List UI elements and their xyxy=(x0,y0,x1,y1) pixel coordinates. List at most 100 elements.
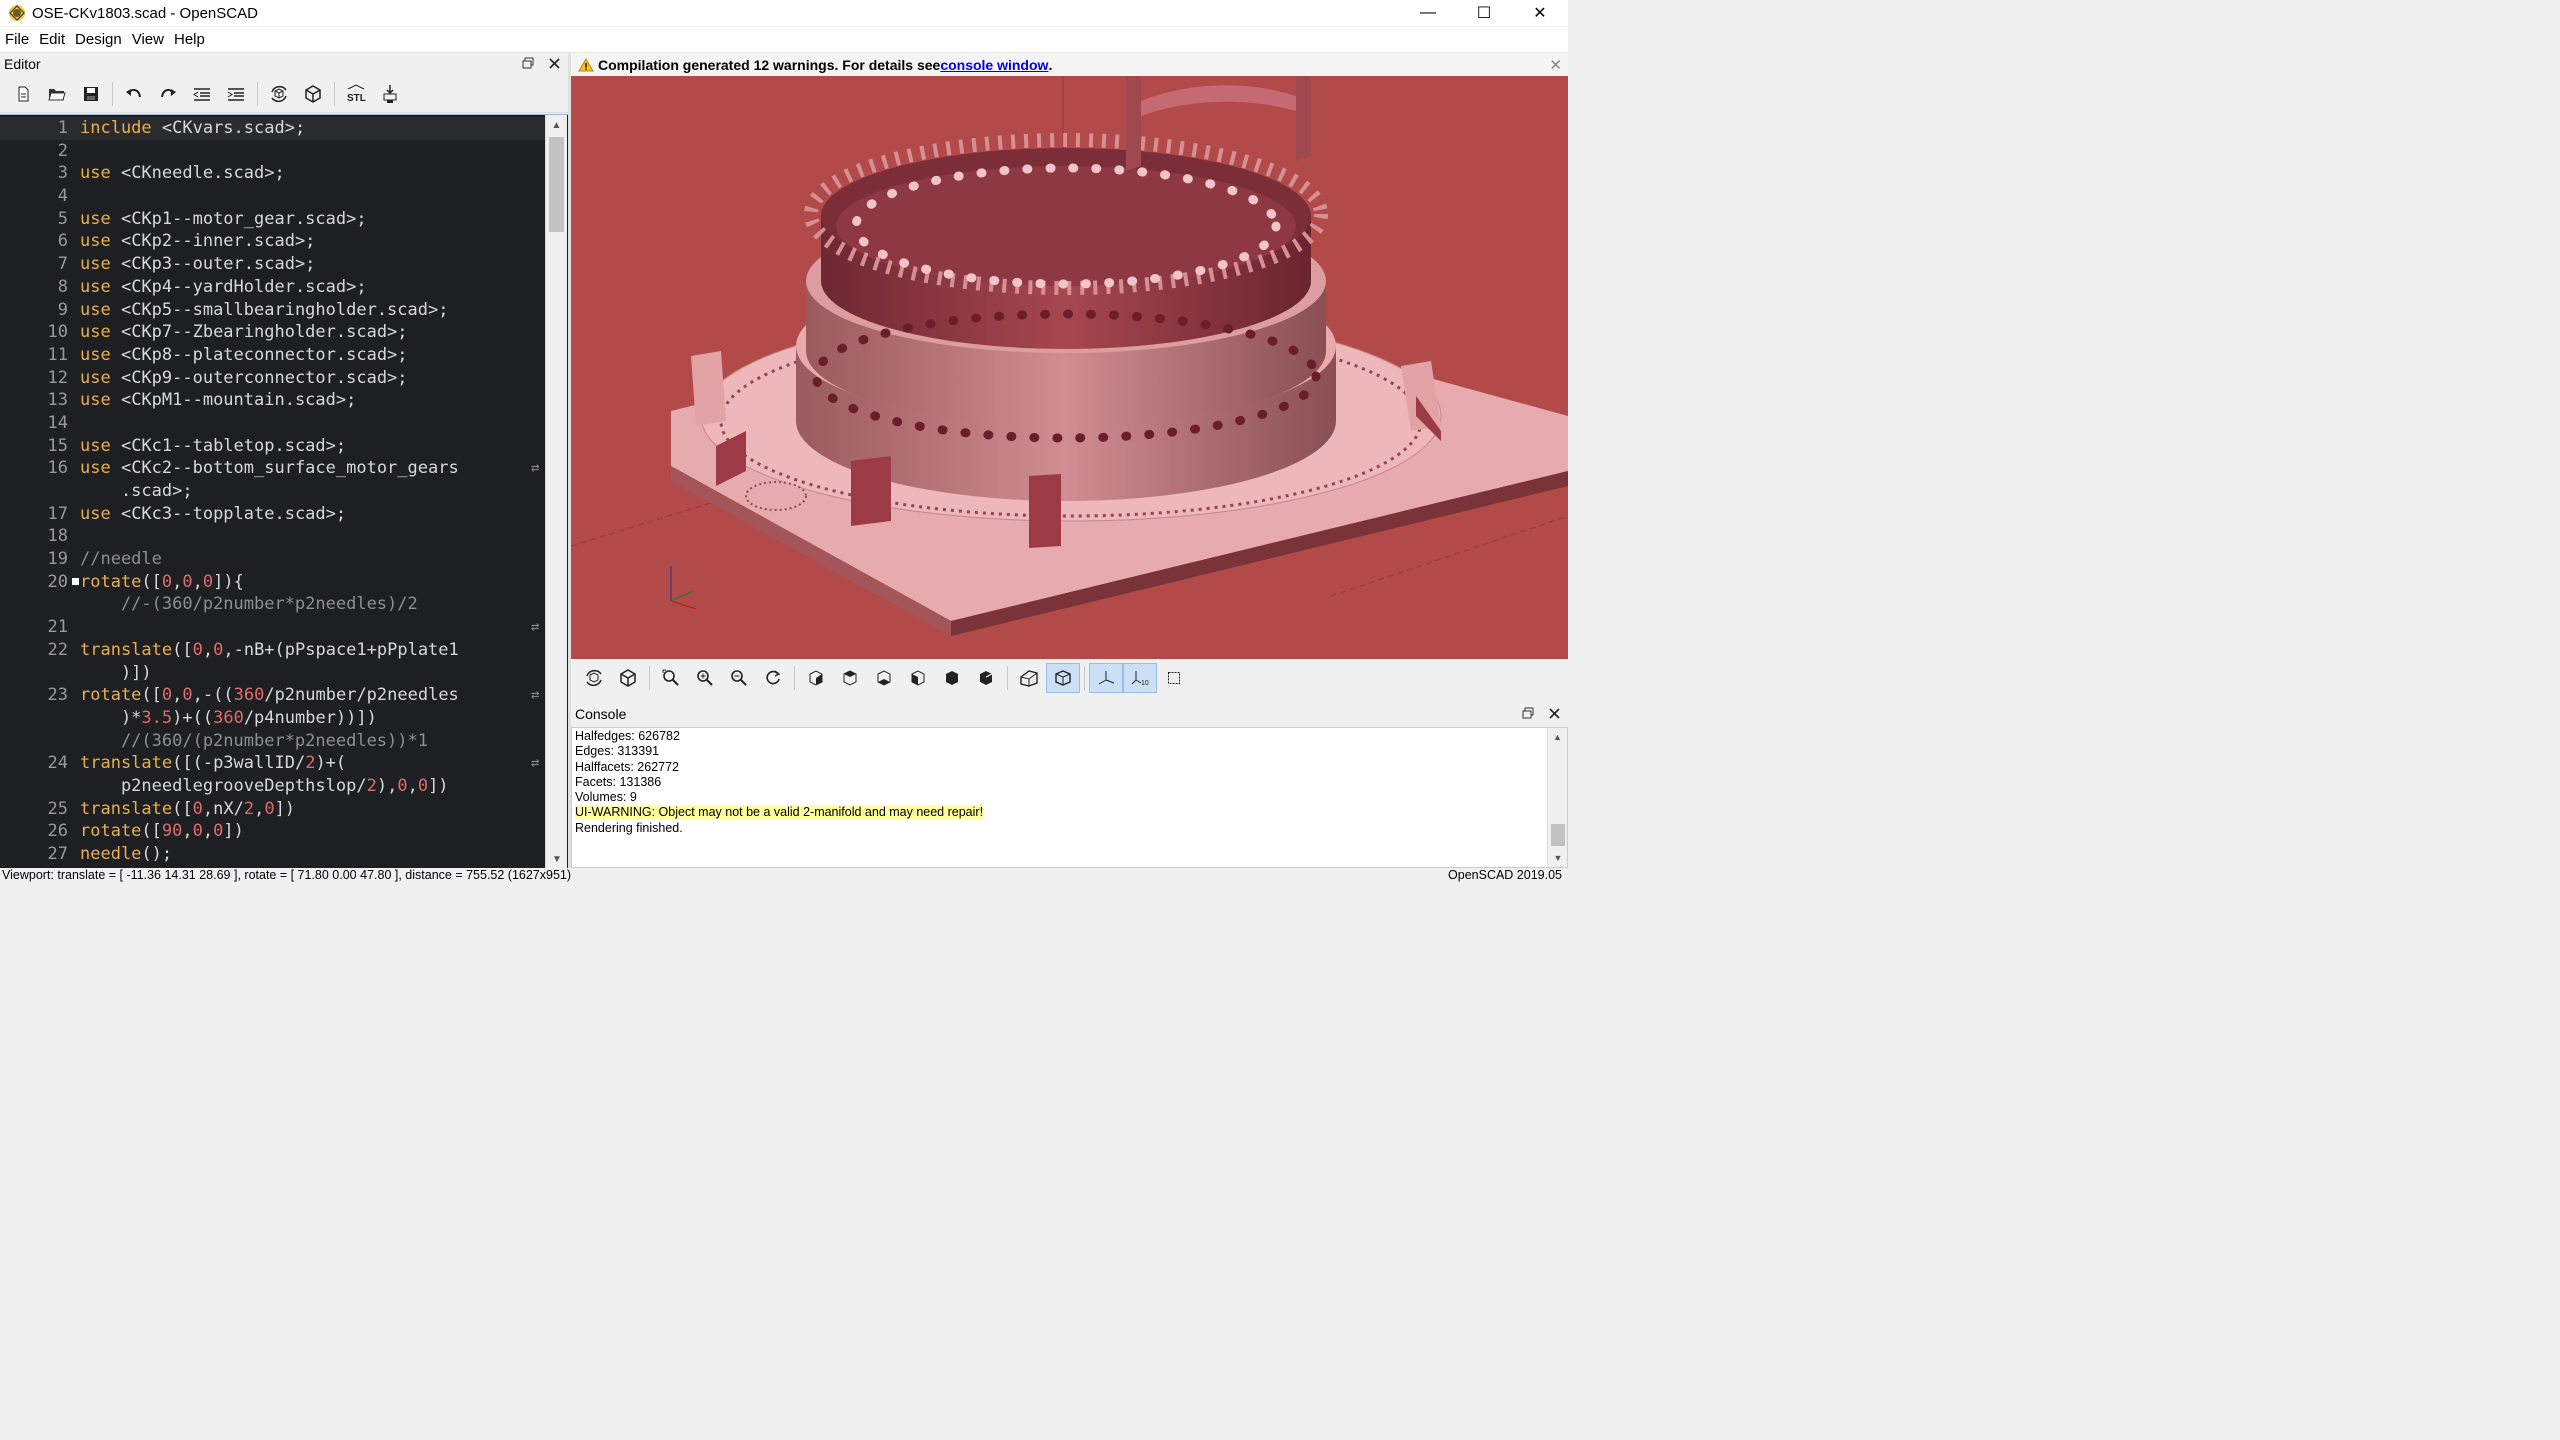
code-line[interactable]: 12 use <CKp9--outerconnector.scad>; xyxy=(0,367,545,390)
openscad-logo-icon xyxy=(9,5,25,21)
zoom-out-icon[interactable] xyxy=(722,663,756,693)
code-text: translate([0,0,-nB+(pPspace1+pPplate1 xyxy=(80,639,459,660)
code-line[interactable]: 15 use <CKc1--tabletop.scad>; xyxy=(0,435,545,458)
view-front-icon[interactable] xyxy=(935,663,969,693)
code-line[interactable]: //-(360/p2number*p2needles)/2 xyxy=(0,593,545,616)
code-line[interactable]: 14 xyxy=(0,412,545,435)
line-number: 10 xyxy=(47,322,68,343)
editor-scroll-thumb[interactable] xyxy=(549,137,564,232)
code-line[interactable]: 3 use <CKneedle.scad>; xyxy=(0,162,545,185)
code-line[interactable]: 17 use <CKc3--topplate.scad>; xyxy=(0,503,545,526)
code-line[interactable]: 20 rotate([0,0,0]){ xyxy=(0,571,545,594)
line-number: 8 xyxy=(57,276,68,297)
code-line[interactable]: 27 needle(); xyxy=(0,843,545,866)
preview-icon[interactable] xyxy=(577,663,611,693)
line-number: 27 xyxy=(47,844,68,864)
send-to-print-icon[interactable] xyxy=(373,79,407,109)
console-scroll-thumb[interactable] xyxy=(1551,824,1565,846)
scroll-down-icon[interactable]: ▼ xyxy=(546,849,568,868)
3d-viewport[interactable] xyxy=(571,76,1568,659)
code-text: use <CKp8--plateconnector.scad>; xyxy=(80,344,408,365)
code-line[interactable]: 23 rotate([0,0,-((360/p2number/p2needles ⇄ xyxy=(0,684,545,707)
code-line[interactable]: 9 use <CKp5--smallbearingholder.scad>; xyxy=(0,299,545,322)
code-line[interactable]: 18 xyxy=(0,525,545,548)
orthogonal-icon[interactable] xyxy=(1046,663,1080,693)
menu-view[interactable]: View xyxy=(127,31,169,48)
close-panel-icon[interactable] xyxy=(546,55,562,71)
code-line[interactable]: 26 rotate([90,0,0]) xyxy=(0,820,545,843)
view-bottom-icon[interactable] xyxy=(867,663,901,693)
menu-design[interactable]: Design xyxy=(70,31,127,48)
show-scale-markers-icon[interactable]: 10 xyxy=(1123,663,1157,693)
viewer-toolbar: 10 xyxy=(571,659,1568,697)
code-line[interactable]: .scad>; xyxy=(0,480,545,503)
code-line[interactable]: 8 use <CKp4--yardHolder.scad>; xyxy=(0,276,545,299)
code-line[interactable]: 21 ⇄ xyxy=(0,616,545,639)
render-icon[interactable] xyxy=(296,79,330,109)
view-left-icon[interactable] xyxy=(901,663,935,693)
code-line[interactable]: )]) xyxy=(0,662,545,685)
code-line[interactable]: 11 use <CKp8--plateconnector.scad>; xyxy=(0,344,545,367)
save-icon[interactable] xyxy=(74,79,108,109)
redo-icon[interactable] xyxy=(151,79,185,109)
line-number: 16 xyxy=(47,458,68,479)
code-lines[interactable]: 1 include <CKvars.scad>; 2 3 use <CKneedle.s… xyxy=(0,117,545,866)
code-line[interactable]: //(360/(p2number*p2needles))*1 xyxy=(0,730,545,753)
perspective-icon[interactable] xyxy=(1012,663,1046,693)
preview-icon[interactable] xyxy=(262,79,296,109)
reset-view-icon[interactable] xyxy=(756,663,790,693)
code-line[interactable]: 5 use <CKp1--motor_gear.scad>; xyxy=(0,208,545,231)
code-line[interactable]: 7 use <CKp3--outer.scad>; xyxy=(0,253,545,276)
view-back-icon[interactable] xyxy=(969,663,1003,693)
open-icon[interactable] xyxy=(40,79,74,109)
code-line[interactable]: 10 use <CKp7--Zbearingholder.scad>; xyxy=(0,321,545,344)
code-line[interactable]: 25 translate([0,nX/2,0]) xyxy=(0,798,545,821)
maximize-button[interactable]: ☐ xyxy=(1456,0,1512,26)
console-window-link[interactable]: console window xyxy=(940,57,1048,73)
menu-file[interactable]: File xyxy=(0,31,34,48)
unindent-icon[interactable] xyxy=(185,79,219,109)
code-line[interactable]: 19 //needle xyxy=(0,548,545,571)
code-line[interactable]: 2 xyxy=(0,140,545,163)
scroll-down-icon[interactable]: ▼ xyxy=(1548,849,1568,867)
code-line[interactable]: 1 include <CKvars.scad>; xyxy=(0,117,545,140)
code-line[interactable]: 16 use <CKc2--bottom_surface_motor_gears ⇄ xyxy=(0,457,545,480)
editor-scrollbar[interactable]: ▲ ▼ xyxy=(545,115,567,868)
close-window-button[interactable]: ✕ xyxy=(1512,0,1568,26)
undo-icon[interactable] xyxy=(117,79,151,109)
code-line[interactable]: )*3.5)+((360/p4number))]) xyxy=(0,707,545,730)
float-panel-icon[interactable] xyxy=(1520,705,1536,721)
export-stl-icon[interactable]: STL xyxy=(339,79,373,109)
view-all-icon[interactable] xyxy=(654,663,688,693)
menu-edit[interactable]: Edit xyxy=(34,31,70,48)
close-warning-icon[interactable]: ✕ xyxy=(1549,56,1562,74)
code-line[interactable]: 24 translate([(-p3wallID/2)+(⇄ xyxy=(0,752,545,775)
line-number: 5 xyxy=(57,208,68,229)
code-line[interactable]: 22 translate([0,0,-nB+(pPspace1+pPplate1 xyxy=(0,639,545,662)
code-line[interactable]: 13 use <CKpM1--mountain.scad>; xyxy=(0,389,545,412)
console-output[interactable]: Halfedges: 626782 Edges: 313391 Halfface… xyxy=(571,727,1568,868)
menu-bar: File Edit Design View Help xyxy=(0,27,1568,53)
scroll-up-icon[interactable]: ▲ xyxy=(546,115,567,135)
show-edges-icon[interactable] xyxy=(1157,663,1191,693)
view-top-icon[interactable] xyxy=(833,663,867,693)
menu-help[interactable]: Help xyxy=(169,31,210,48)
indent-icon[interactable] xyxy=(219,79,253,109)
new-icon[interactable] xyxy=(6,79,40,109)
code-editor[interactable]: 1 include <CKvars.scad>; 2 3 use <CKneedle.s… xyxy=(0,114,568,868)
fold-marker-icon[interactable] xyxy=(72,577,79,585)
scroll-up-icon[interactable]: ▲ xyxy=(1548,728,1567,746)
float-panel-icon[interactable] xyxy=(520,55,536,71)
zoom-in-icon[interactable] xyxy=(688,663,722,693)
view-right-icon[interactable] xyxy=(799,663,833,693)
code-text: needle(); xyxy=(80,844,173,864)
code-line[interactable]: 6 use <CKp2--inner.scad>; xyxy=(0,230,545,253)
code-line[interactable]: 4 xyxy=(0,185,545,208)
minimize-button[interactable]: — xyxy=(1400,0,1456,26)
render-icon[interactable] xyxy=(611,663,645,693)
bracket xyxy=(851,456,891,526)
show-axes-icon[interactable] xyxy=(1089,663,1123,693)
code-line[interactable]: p2needlegrooveDepthslop/2),0,0]) xyxy=(0,775,545,798)
console-scrollbar[interactable]: ▲ ▼ xyxy=(1547,728,1567,867)
close-panel-icon[interactable] xyxy=(1546,705,1562,721)
